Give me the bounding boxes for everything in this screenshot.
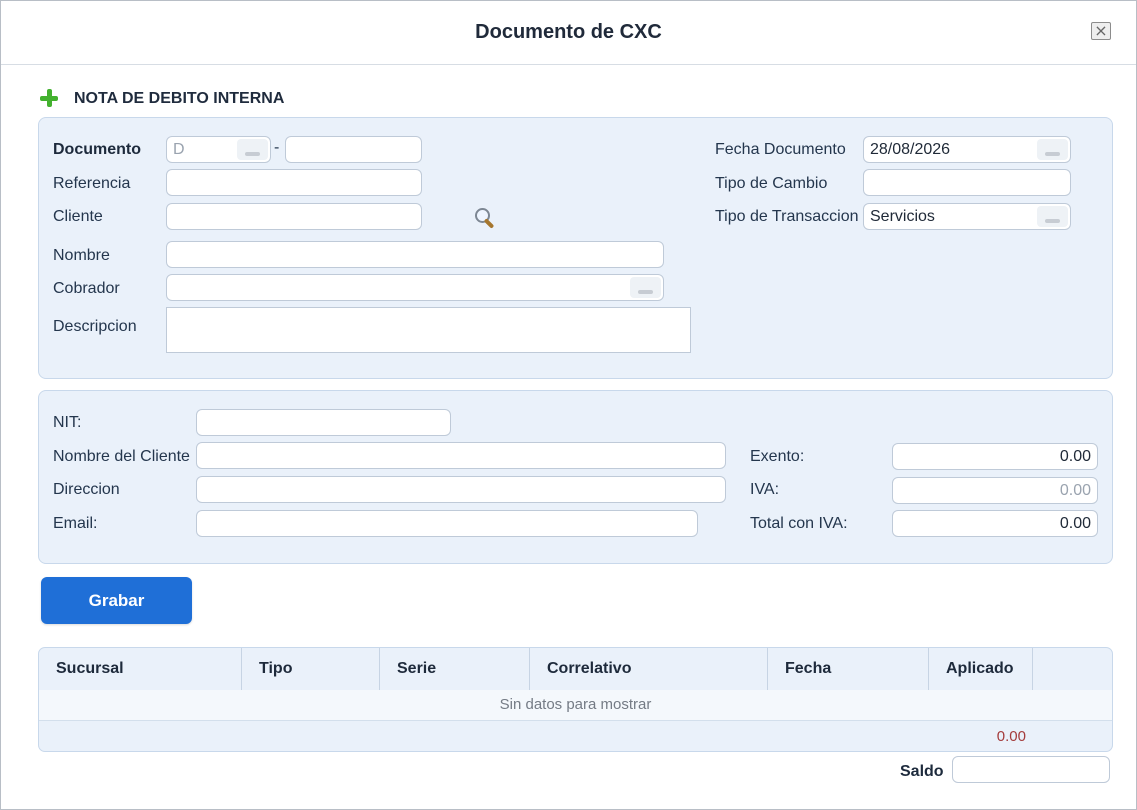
fecha-documento-label: Fecha Documento [715,141,846,158]
column-correlativo[interactable]: Correlativo [530,648,768,690]
nombre-input[interactable] [166,241,664,268]
saldo-input[interactable] [952,756,1110,783]
cxc-document-dialog: Documento de CXC × NOTA DE DEBITO INTERN… [0,0,1137,810]
referencia-input[interactable] [166,169,422,196]
total-con-iva-input[interactable]: 0.00 [892,510,1098,537]
column-fecha[interactable]: Fecha [768,648,929,690]
dropdown-icon[interactable] [1037,139,1068,160]
iva-label: IVA: [750,481,780,498]
fecha-documento-input[interactable]: 28/08/2026 [863,136,1071,163]
tipo-transaccion-select[interactable]: Servicios [863,203,1071,230]
cobrador-select[interactable] [166,274,664,301]
dropdown-icon[interactable] [630,277,661,298]
search-icon[interactable] [474,207,494,227]
direccion-input[interactable] [196,476,726,503]
close-icon[interactable]: × [1091,22,1111,40]
save-button[interactable]: Grabar [41,577,192,624]
nit-input[interactable] [196,409,451,436]
cliente-label: Cliente [53,208,103,225]
fecha-documento-value: 28/08/2026 [870,141,951,158]
column-sucursal[interactable]: Sucursal [39,648,242,690]
descripcion-textarea[interactable] [166,307,691,353]
exento-label: Exento: [750,448,805,465]
iva-input: 0.00 [892,477,1098,504]
table-header: Sucursal Tipo Serie Correlativo Fecha Ap… [39,648,1112,691]
documento-label: Documento [53,141,141,158]
nombre-label: Nombre [53,247,110,264]
applications-table: Sucursal Tipo Serie Correlativo Fecha Ap… [38,647,1113,752]
tipo-transaccion-label: Tipo de Transaccion [715,208,859,225]
dialog-title: Documento de CXC [475,21,662,43]
saldo-label: Saldo [900,763,944,780]
tipo-cambio-label: Tipo de Cambio [715,175,828,192]
email-label: Email: [53,515,98,532]
dialog-header: Documento de CXC × [1,1,1136,65]
document-dash: - [274,139,280,156]
exento-input[interactable]: 0.00 [892,443,1098,470]
email-input[interactable] [196,510,698,537]
tipo-cambio-input[interactable] [863,169,1071,196]
dropdown-icon[interactable] [237,139,268,160]
serie-value: D [173,141,185,158]
column-serie[interactable]: Serie [380,648,530,690]
descripcion-label: Descripcion [53,318,137,335]
section-title: NOTA DE DEBITO INTERNA [74,90,285,107]
tipo-transaccion-value: Servicios [870,208,935,225]
nit-label: NIT: [53,414,82,431]
dropdown-icon[interactable] [1037,206,1068,227]
document-number-input[interactable] [285,136,422,163]
cobrador-label: Cobrador [53,280,120,297]
direccion-label: Direccion [53,481,120,498]
referencia-label: Referencia [53,175,131,192]
add-icon [40,89,58,107]
serie-select[interactable]: D [166,136,271,163]
nombre-cliente-input[interactable] [196,442,726,469]
column-tipo[interactable]: Tipo [242,648,380,690]
nombre-cliente-label: Nombre del Cliente [53,448,190,465]
table-total: 0.00 [996,728,1026,745]
cliente-input[interactable] [166,203,422,230]
column-aplicado[interactable]: Aplicado [929,648,1033,690]
empty-table-message: Sin datos para mostrar [39,690,1112,721]
total-con-iva-label: Total con IVA: [750,515,848,532]
